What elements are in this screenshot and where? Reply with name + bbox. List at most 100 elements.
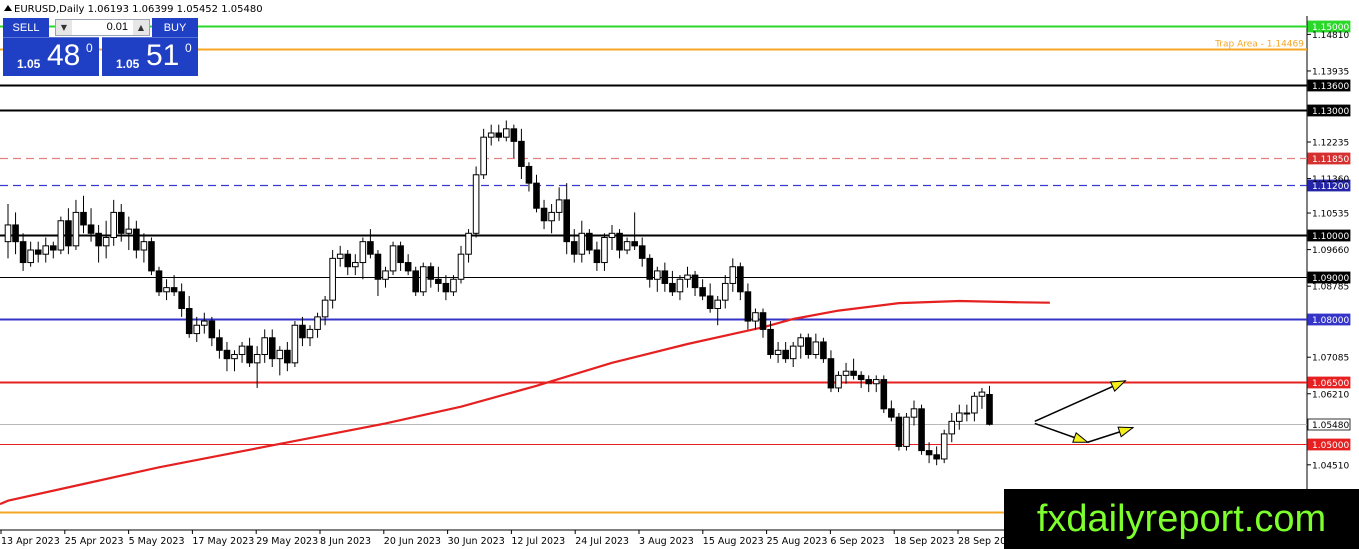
candle-body <box>238 345 246 355</box>
candle-body <box>246 345 253 364</box>
candle <box>419 262 427 296</box>
candle-body <box>525 165 533 184</box>
candle-body <box>27 249 34 264</box>
candle-body <box>231 353 238 360</box>
candle-body <box>19 241 27 264</box>
symbol-header: EURUSD,Daily 1.06193 1.06399 1.05452 1.0… <box>4 4 263 15</box>
candle-body <box>676 278 684 293</box>
sell-button[interactable]: SELL <box>3 18 49 37</box>
candle-body <box>608 232 616 238</box>
candle-body <box>117 211 125 234</box>
candle-body <box>601 236 608 264</box>
watermark-banner: fxdailyreport.com <box>1004 489 1359 549</box>
candle-body <box>759 312 767 330</box>
candle-body <box>714 299 722 310</box>
candle-body <box>72 211 80 247</box>
candle-body <box>276 349 284 360</box>
candle <box>918 404 925 455</box>
y-tick-label: 1.07085 <box>1312 354 1349 364</box>
x-tick-label: 3 Aug 2023 <box>639 536 694 547</box>
candle <box>472 166 480 238</box>
candle-body <box>631 241 638 247</box>
sell-price-big: 48 <box>47 39 81 72</box>
candle-body <box>865 379 873 385</box>
candle-body <box>510 128 518 142</box>
candle-body <box>774 349 782 355</box>
candle-body <box>201 320 208 326</box>
candle-body <box>404 262 412 272</box>
level-price-label: 1.13000 <box>1312 107 1349 117</box>
y-tick-label: 1.10535 <box>1312 210 1349 220</box>
candle-body <box>729 266 737 284</box>
candle-body <box>616 232 623 251</box>
candle-body <box>872 379 880 385</box>
candle-body <box>148 241 155 272</box>
candle-body <box>261 337 268 355</box>
candle <box>895 412 903 451</box>
y-tick-label: 1.09660 <box>1312 246 1349 256</box>
lot-increase-icon[interactable]: ▲ <box>133 20 149 35</box>
y-tick-label: 1.08785 <box>1312 283 1349 293</box>
candle-body <box>805 337 812 355</box>
candle-body <box>314 316 321 330</box>
candle-body <box>918 408 925 452</box>
level-note-label: Trap Area - 1.14469 <box>1214 40 1304 50</box>
candle-body <box>540 207 548 222</box>
candle-body <box>570 241 578 255</box>
buy-price-button[interactable]: 1.05 51 0 <box>102 37 198 76</box>
buy-button[interactable]: BUY <box>152 18 198 37</box>
candle-body <box>336 253 344 259</box>
x-tick-label: 18 Sep 2023 <box>894 536 954 547</box>
candle-body <box>933 454 940 460</box>
candle-body <box>789 345 797 360</box>
candle-body <box>163 287 170 293</box>
candle-body <box>465 232 472 255</box>
candle-body <box>155 270 163 293</box>
x-tick-label: 12 Jul 2023 <box>511 536 565 547</box>
candle-body <box>835 374 842 389</box>
candle-body <box>102 236 110 247</box>
candle-body <box>42 245 50 255</box>
x-tick-label: 15 Aug 2023 <box>703 536 764 547</box>
candle-body <box>344 253 352 268</box>
x-tick-label: 25 Aug 2023 <box>767 536 828 547</box>
candle-body <box>435 278 442 284</box>
candle-body <box>87 224 95 234</box>
level-price-label: 1.13600 <box>1312 82 1349 92</box>
watermark-text: fxdailyreport.com <box>1036 497 1327 540</box>
candle-body <box>646 257 654 280</box>
candle-body <box>948 420 956 435</box>
candle-body <box>367 241 374 255</box>
x-tick-label: 13 Apr 2023 <box>1 536 60 547</box>
candle-body <box>457 253 465 280</box>
candle-body <box>359 241 367 264</box>
candle-body <box>699 287 706 297</box>
candle-body <box>4 224 12 243</box>
level-price-label: 1.10000 <box>1312 232 1349 242</box>
candle-body <box>57 220 65 251</box>
lot-size-input[interactable]: ▼ 0.01 ▲ <box>55 19 150 36</box>
x-tick-label: 29 May 2023 <box>256 536 318 547</box>
candle <box>412 266 419 296</box>
candle-body <box>193 324 201 335</box>
candle-body <box>555 199 563 213</box>
sell-price-sup: 0 <box>86 41 93 55</box>
sell-price-button[interactable]: 1.05 48 0 <box>3 37 99 76</box>
y-tick-label: 1.11360 <box>1312 175 1349 185</box>
candle-body <box>940 433 948 460</box>
lot-size-value[interactable]: 0.01 <box>74 20 131 35</box>
candle-body <box>888 408 895 418</box>
candle <box>880 375 888 413</box>
candle-body <box>65 220 72 247</box>
candle-body <box>578 232 586 255</box>
candle-body <box>586 232 593 251</box>
candle-body <box>299 324 306 339</box>
candle <box>903 412 910 451</box>
y-tick-label: 1.14810 <box>1312 31 1349 41</box>
buy-price-prefix: 1.05 <box>116 57 140 71</box>
candle-body <box>842 370 850 376</box>
candle <box>57 216 65 255</box>
candle-body <box>185 308 193 335</box>
lot-decrease-icon[interactable]: ▼ <box>56 20 72 35</box>
candle-body <box>956 412 963 422</box>
